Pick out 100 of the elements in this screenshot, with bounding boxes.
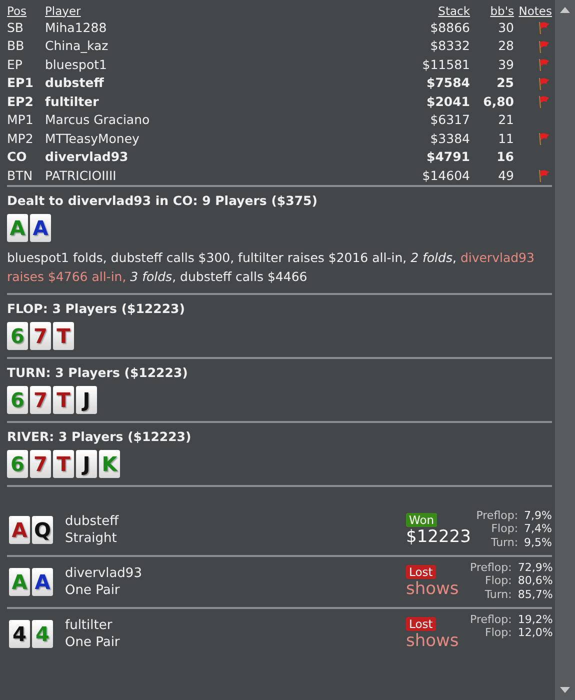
big-blinds-count: 49 xyxy=(498,168,514,183)
street-heading: RIVER: 3 Players ($12223) xyxy=(7,428,192,444)
playing-card: 6 xyxy=(7,322,28,350)
scroll-up-icon[interactable] xyxy=(559,6,571,14)
player-name: fultilter xyxy=(45,94,99,109)
equity-label: Preflop: xyxy=(475,508,518,522)
playing-card: J xyxy=(76,386,97,414)
player-name: MTTeasyMoney xyxy=(45,130,140,146)
playing-card: 4 xyxy=(9,620,30,648)
flag-icon[interactable] xyxy=(536,40,550,54)
player-name: bluespot1 xyxy=(45,56,107,72)
position-label: BTN xyxy=(7,168,33,183)
stack-amount: $6317 xyxy=(430,112,470,128)
flag-icon[interactable] xyxy=(536,169,550,184)
equity-label: Preflop: xyxy=(470,612,512,626)
playing-card: T xyxy=(53,386,74,414)
stack-amount: $2041 xyxy=(426,94,470,109)
playing-card: K xyxy=(99,450,120,478)
equity-label: Preflop: xyxy=(470,560,512,574)
position-label: EP1 xyxy=(7,75,34,90)
player-name: fultilter xyxy=(65,618,114,632)
playing-card: A xyxy=(32,568,53,596)
column-header[interactable]: Stack xyxy=(438,4,470,18)
equity-value: 72,9% xyxy=(518,560,553,574)
flag-icon[interactable] xyxy=(536,76,550,91)
stack-amount: $11581 xyxy=(422,56,470,72)
big-blinds-count: 21 xyxy=(498,112,514,128)
equity-value: 85,7% xyxy=(518,588,553,601)
hand-rank: One Pair xyxy=(65,634,121,650)
playing-card: A xyxy=(9,568,30,596)
equity-label: Turn: xyxy=(484,588,512,601)
position-label: MP2 xyxy=(7,130,34,146)
stack-amount: $8866 xyxy=(430,20,470,35)
flag-icon[interactable] xyxy=(536,95,550,110)
player-name: dubsteff xyxy=(65,514,120,528)
position-label: EP xyxy=(7,56,22,72)
playing-card: T xyxy=(53,450,74,478)
stack-amount: $7584 xyxy=(426,75,470,90)
playing-card: A xyxy=(9,516,30,544)
player-name: dubsteff xyxy=(45,75,104,90)
equity-label: Turn: xyxy=(490,536,518,549)
position-label: BB xyxy=(7,38,24,54)
equity-value: 19,2% xyxy=(518,612,553,626)
flag-icon[interactable] xyxy=(536,132,550,146)
player-name: divervlad93 xyxy=(45,149,128,164)
flag-icon[interactable] xyxy=(536,58,550,72)
big-blinds-count: 30 xyxy=(498,20,514,35)
player-name: PATRICIOIIII xyxy=(45,168,116,183)
street-heading: FLOP: 3 Players ($12223) xyxy=(7,300,186,316)
result-badge: Lost xyxy=(406,616,436,630)
column-header[interactable]: Notes xyxy=(518,4,552,18)
stack-amount: $8332 xyxy=(430,38,470,54)
result-badge: Won xyxy=(406,512,438,526)
player-name: China_kaz xyxy=(45,38,108,54)
result-amount: shows xyxy=(406,630,459,650)
playing-card: Q xyxy=(32,516,53,544)
big-blinds-count: 28 xyxy=(498,38,514,54)
column-header[interactable]: Player xyxy=(45,4,81,18)
equity-value: 12,0% xyxy=(518,626,553,640)
position-label: MP1 xyxy=(7,112,34,128)
player-name: Miha1288 xyxy=(45,20,107,35)
equity-label: Flop: xyxy=(490,522,518,536)
big-blinds-count: 16 xyxy=(496,149,514,164)
column-header[interactable]: Pos xyxy=(7,4,27,18)
equity-value: 7,9% xyxy=(524,508,552,522)
big-blinds-count: 25 xyxy=(496,75,514,90)
street-heading: TURN: 3 Players ($12223) xyxy=(7,364,189,380)
stack-amount: $4791 xyxy=(426,149,470,164)
hand-rank: One Pair xyxy=(65,582,121,598)
playing-card: J xyxy=(76,450,97,478)
position-label: SB xyxy=(7,20,24,35)
player-name: divervlad93 xyxy=(65,566,143,580)
position-label: CO xyxy=(7,149,27,164)
equity-value: 80,6% xyxy=(518,574,553,588)
street-heading: Dealt to divervlad93 in CO: 9 Players ($375) xyxy=(7,192,318,208)
result-amount: shows xyxy=(406,578,459,598)
equity-value: 9,5% xyxy=(524,536,552,549)
playing-card: T xyxy=(53,322,74,350)
stack-amount: $3384 xyxy=(430,130,470,146)
playing-card: 6 xyxy=(7,450,28,478)
equity-label: Flop: xyxy=(484,626,512,640)
playing-card: 7 xyxy=(30,450,51,478)
playing-card: 7 xyxy=(30,322,51,350)
playing-card: A xyxy=(7,214,28,242)
flag-icon[interactable] xyxy=(536,21,550,36)
big-blinds-count: 39 xyxy=(498,56,514,72)
scrollbar[interactable] xyxy=(555,0,575,700)
scroll-down-icon[interactable] xyxy=(559,686,571,694)
position-label: EP2 xyxy=(7,94,34,109)
result-amount: $12223 xyxy=(406,526,471,546)
playing-card: 6 xyxy=(7,386,28,414)
column-header[interactable]: bb's xyxy=(490,4,514,18)
playing-card: 7 xyxy=(30,386,51,414)
equity-label: Flop: xyxy=(484,574,512,588)
playing-card: A xyxy=(30,214,51,242)
stack-amount: $14604 xyxy=(422,168,470,183)
action-summary: bluespot1 folds, dubsteff calls $300, fultilter raises $2016 all-in, 2 folds, divervlad93 raises $4766 all-in, 3 folds, dubsteff calls $4466 xyxy=(7,248,536,286)
equity-value: 7,4% xyxy=(524,522,552,536)
big-blinds-count: 11 xyxy=(498,130,514,146)
big-blinds-count: 6,80 xyxy=(483,94,514,109)
